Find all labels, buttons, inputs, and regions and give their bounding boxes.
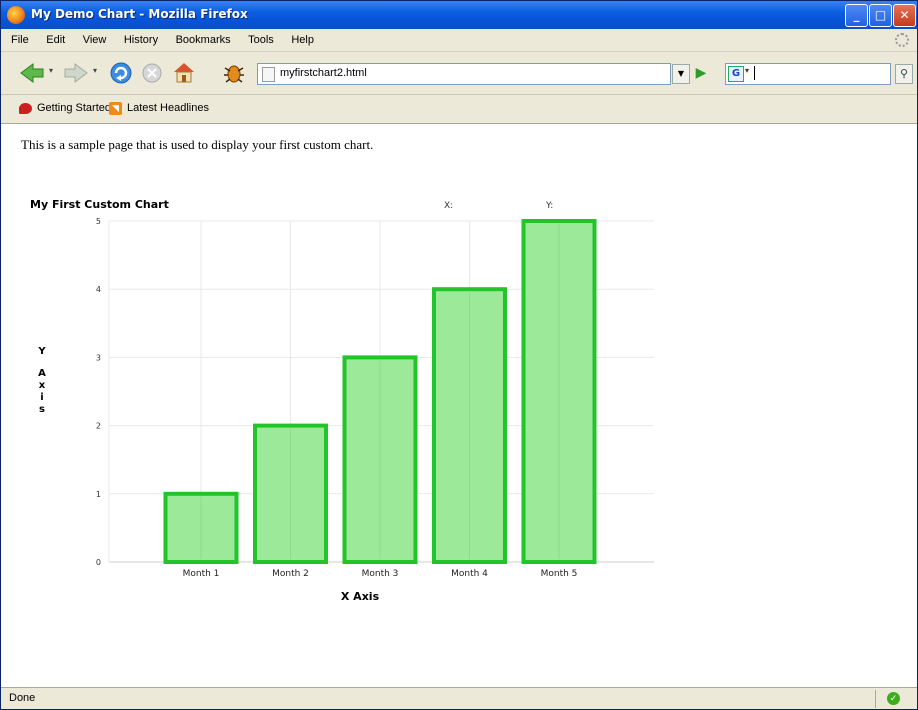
page-content: This is a sample page that is used to di… [1, 124, 917, 686]
bookmarks-toolbar: Getting Started ◥ Latest Headlines [1, 95, 917, 124]
y-axis-label-char: x [39, 380, 46, 391]
y-axis-label-char: s [39, 404, 45, 415]
y-tick-label: 0 [96, 558, 101, 567]
x-axis-label: X Axis [341, 590, 380, 603]
url-history-dropdown[interactable]: ▼ [672, 64, 690, 84]
x-tick-label: Month 5 [541, 569, 578, 579]
menu-file[interactable]: File [1, 29, 36, 51]
go-button[interactable]: ▶ [693, 64, 709, 82]
x-tick-label: Month 1 [183, 569, 220, 579]
status-ok-icon: ✓ [887, 692, 900, 705]
forward-dropdown-icon[interactable]: ▾ [93, 66, 97, 75]
home-icon[interactable] [171, 60, 197, 84]
x-tick-label: Month 2 [272, 569, 309, 579]
chart-x-ticks: Month 1 Month 2 Month 3 Month 4 Month 5 [183, 569, 578, 579]
intro-text: This is a sample page that is used to di… [21, 137, 374, 152]
y-axis-label-char: Y [37, 346, 46, 357]
search-icon[interactable]: ⚲ [895, 64, 913, 84]
title-bar[interactable]: My Demo Chart - Mozilla Firefox _ □ ✕ [1, 1, 917, 29]
firefox-logo-icon [7, 6, 25, 24]
y-tick-label: 5 [96, 217, 101, 226]
back-dropdown-icon[interactable]: ▾ [49, 66, 53, 75]
chart-title: My First Custom Chart [30, 198, 169, 211]
page-icon [262, 67, 275, 82]
rss-feed-icon: ◥ [109, 102, 122, 115]
chart-y-ticks: 0 1 2 3 4 5 [96, 217, 101, 567]
close-button[interactable]: ✕ [893, 4, 916, 27]
menu-edit[interactable]: Edit [39, 29, 72, 51]
activity-throbber-icon [895, 33, 909, 47]
y-axis-label: YAxis [37, 346, 46, 415]
search-engine-dropdown-icon[interactable]: ▾ [745, 66, 749, 75]
y-axis-label-char: i [40, 392, 43, 403]
navigation-toolbar: ▾ ▾ myfirstchart2.html ▼ ▶ G ▾ ⚲ [1, 52, 917, 95]
bookmark-latest-headlines[interactable]: Latest Headlines [127, 102, 209, 114]
menu-history[interactable]: History [117, 29, 165, 51]
chart-x-readout-label: X: [444, 201, 453, 211]
window-title: My Demo Chart - Mozilla Firefox [31, 7, 248, 21]
back-icon[interactable] [19, 62, 45, 84]
menu-view[interactable]: View [76, 29, 114, 51]
getting-started-icon [19, 103, 32, 114]
menu-help[interactable]: Help [284, 29, 321, 51]
status-bar: Done ✓ [1, 687, 917, 709]
stop-icon[interactable] [141, 62, 163, 84]
firebug-icon[interactable] [221, 60, 247, 86]
menu-bar: File Edit View History Bookmarks Tools H… [1, 29, 917, 52]
maximize-button[interactable]: □ [869, 4, 892, 27]
status-separator [875, 690, 876, 708]
y-tick-label: 3 [96, 353, 101, 362]
bar-chart: My First Custom Chart X: Y: 0 1 2 3 4 5 Month… [30, 198, 654, 603]
url-bar[interactable]: myfirstchart2.html [257, 63, 671, 85]
status-text: Done [9, 692, 36, 704]
search-caret [754, 66, 755, 80]
google-icon[interactable]: G [728, 66, 744, 82]
bookmark-getting-started[interactable]: Getting Started [37, 102, 111, 114]
x-tick-label: Month 4 [451, 569, 488, 579]
menu-tools[interactable]: Tools [241, 29, 281, 51]
search-box[interactable]: G ▾ [725, 63, 891, 85]
minimize-button[interactable]: _ [845, 4, 868, 27]
reload-icon[interactable] [109, 61, 133, 85]
y-tick-label: 1 [96, 490, 101, 499]
forward-icon[interactable] [63, 62, 89, 84]
browser-window: My Demo Chart - Mozilla Firefox _ □ ✕ Fi… [0, 0, 918, 710]
url-text[interactable]: myfirstchart2.html [280, 67, 367, 79]
chart-y-readout-label: Y: [545, 201, 553, 211]
y-tick-label: 4 [96, 285, 101, 294]
y-tick-label: 2 [96, 422, 101, 431]
y-axis-label-char: A [38, 368, 46, 379]
x-tick-label: Month 3 [362, 569, 399, 579]
menu-bookmarks[interactable]: Bookmarks [169, 29, 238, 51]
